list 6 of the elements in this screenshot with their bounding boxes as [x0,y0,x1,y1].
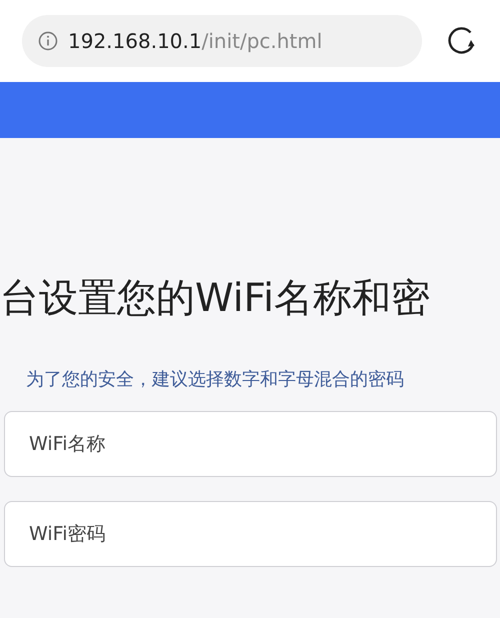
input-field[interactable]: WiFi名称 [4,410,497,477]
page-title: 台设置您的WiFi名称和密 [0,276,431,323]
input-field[interactable]: WiFi密码 [4,500,497,567]
address-bar[interactable]: 192.168.10.1/init/pc.html [22,15,422,67]
security-hint: 为了您的安全，建议选择数字和字母混合的密码 [26,368,405,391]
info-icon [38,31,58,51]
